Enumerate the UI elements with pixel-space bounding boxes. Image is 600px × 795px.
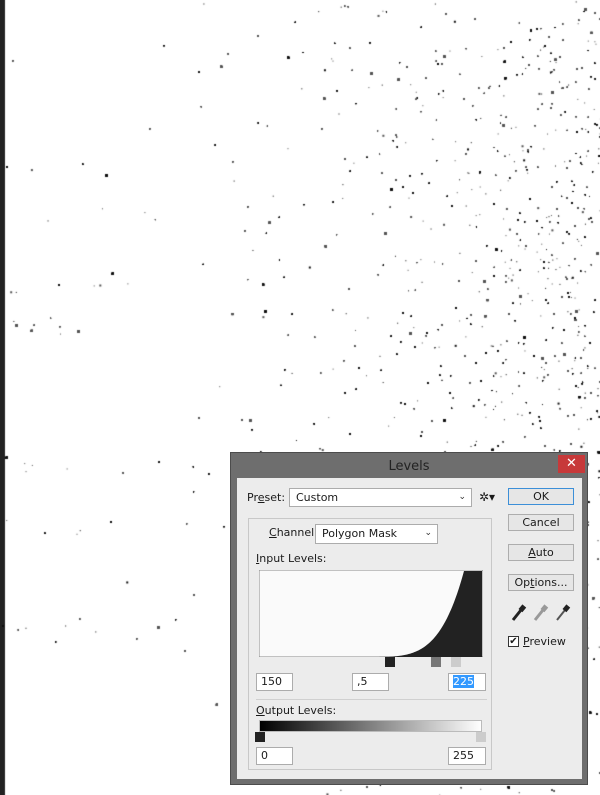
cancel-button[interactable]: Cancel xyxy=(508,514,574,531)
output-white-slider[interactable] xyxy=(476,732,486,742)
preview-checkbox[interactable]: ✔ xyxy=(508,636,519,647)
levels-dialog: Levels ✕ Preset: Custom ⌄ ✲▾ OK Cancel Au… xyxy=(230,452,588,785)
input-gamma-slider[interactable] xyxy=(431,657,441,667)
gray-point-eyedropper-icon[interactable] xyxy=(533,604,549,621)
black-point-eyedropper-icon[interactable] xyxy=(511,604,527,621)
preview-label: Preview xyxy=(523,635,566,648)
channel-dropdown[interactable]: Polygon Mask ⌄ xyxy=(315,524,438,544)
histogram xyxy=(259,570,483,657)
close-icon: ✕ xyxy=(566,456,577,471)
output-white-field[interactable]: 255 xyxy=(448,747,486,765)
input-white-slider[interactable] xyxy=(451,657,461,667)
options-button[interactable]: Options... xyxy=(508,574,574,591)
input-white-field[interactable]: 225 xyxy=(448,673,486,691)
white-point-eyedropper-icon[interactable] xyxy=(556,604,571,621)
input-black-slider[interactable] xyxy=(385,657,395,667)
dialog-title: Levels xyxy=(388,459,430,474)
eyedroppers xyxy=(511,604,571,621)
dialog-body: Preset: Custom ⌄ ✲▾ OK Cancel Auto Option… xyxy=(237,478,582,779)
ok-button[interactable]: OK xyxy=(508,488,574,505)
divider xyxy=(256,699,487,700)
output-black-slider[interactable] xyxy=(255,732,265,742)
chevron-down-icon: ⌄ xyxy=(458,492,466,502)
chevron-down-icon: ⌄ xyxy=(424,528,432,538)
output-gradient xyxy=(259,720,482,732)
output-levels-label: Output Levels: xyxy=(256,704,337,717)
preset-options-gear-icon[interactable]: ✲▾ xyxy=(479,490,495,504)
output-black-field[interactable]: 0 xyxy=(256,747,293,765)
input-black-field[interactable]: 150 xyxy=(256,673,293,691)
input-levels-label: Input Levels: xyxy=(256,552,327,565)
preset-label: Preset: xyxy=(247,491,286,504)
close-button[interactable]: ✕ xyxy=(558,455,585,473)
preset-dropdown[interactable]: Custom ⌄ xyxy=(289,488,472,507)
input-gamma-field[interactable]: ,5 xyxy=(352,673,389,691)
auto-button[interactable]: Auto xyxy=(508,544,574,561)
